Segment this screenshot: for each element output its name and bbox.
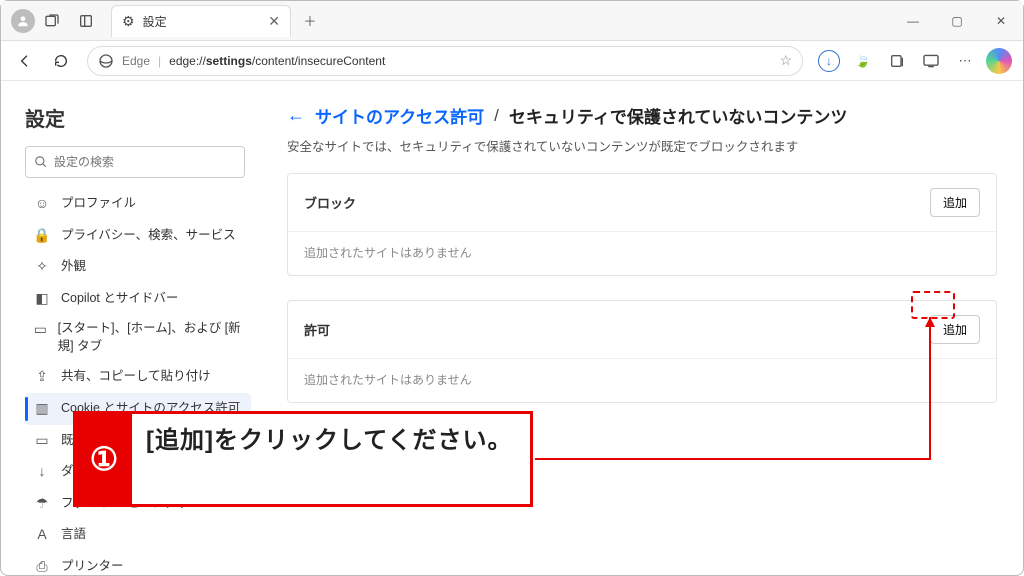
section-block-title: ブロック — [304, 193, 356, 212]
add-allowed-site-button[interactable]: 追加 — [930, 315, 980, 344]
tab-title: 設定 — [143, 13, 261, 30]
window-titlebar: ⚙ 設定 ✕ ＋ — ▢ ✕ — [1, 1, 1023, 41]
refresh-button[interactable] — [45, 45, 77, 77]
downloads-button[interactable]: ↓ — [813, 45, 845, 77]
sidebar-item-label: [スタート]、[ホーム]、および [新規] タブ — [58, 320, 243, 355]
sidebar-item-label: プライバシー、検索、サービス — [61, 227, 236, 245]
cookie-icon: ▥ — [33, 399, 51, 419]
favorite-star-icon[interactable]: ☆ — [779, 52, 792, 69]
more-button[interactable]: ⋯ — [949, 45, 981, 77]
lock-icon: 🔒 — [33, 226, 51, 246]
breadcrumb: ← サイトのアクセス許可 / セキュリティで保護されていないコンテンツ — [287, 103, 997, 128]
section-allow: 許可 追加 追加されたサイトはありません — [287, 300, 997, 403]
address-url-prefix: edge:// — [169, 54, 206, 68]
maximize-button[interactable]: ▢ — [935, 5, 979, 37]
address-url: edge://settings/content/insecureContent — [169, 54, 385, 68]
annotation-highlight — [911, 291, 955, 319]
breadcrumb-separator: / — [494, 106, 499, 126]
back-button[interactable] — [9, 45, 41, 77]
screenshot-icon — [922, 54, 940, 68]
address-url-rest: /content/insecureContent — [252, 54, 385, 68]
family-icon: ☂ — [33, 494, 51, 514]
sidebar-item-label: 共有、コピーして貼り付け — [61, 368, 211, 386]
sidebar-item-appearance[interactable]: ✧ 外観 — [25, 251, 251, 283]
annotation-text: [追加]をクリックしてください。 — [132, 414, 527, 469]
share-icon: ⇪ — [33, 367, 51, 387]
address-separator: | — [158, 54, 161, 68]
section-allow-empty: 追加されたサイトはありません — [288, 358, 996, 402]
address-url-bold: settings — [206, 54, 252, 68]
sidebar-item-share[interactable]: ⇪ 共有、コピーして貼り付け — [25, 361, 251, 393]
tab-actions-icon[interactable] — [69, 4, 103, 38]
profile-avatar[interactable] — [11, 9, 35, 33]
sidebar-item-languages[interactable]: A 言語 — [25, 519, 251, 551]
screenshot-button[interactable] — [915, 45, 947, 77]
section-block-empty: 追加されたサイトはありません — [288, 231, 996, 275]
language-icon: A — [33, 525, 51, 545]
annotation-callout: ① [追加]をクリックしてください。 — [73, 411, 533, 507]
section-allow-title: 許可 — [304, 320, 330, 339]
new-tab-button[interactable]: ＋ — [295, 6, 325, 36]
ellipsis-icon: ⋯ — [959, 53, 972, 69]
sidebar-item-printers[interactable]: ⎙ プリンター — [25, 551, 251, 575]
annotation-number: ① — [76, 414, 132, 504]
breadcrumb-link[interactable]: サイトのアクセス許可 — [315, 103, 484, 128]
close-icon[interactable]: ✕ — [268, 13, 280, 30]
workspaces-icon[interactable] — [35, 4, 69, 38]
edge-icon — [98, 53, 114, 69]
sidebar-item-profile[interactable]: ☺ プロファイル — [25, 188, 251, 220]
breadcrumb-title: セキュリティで保護されていないコンテンツ — [509, 103, 847, 128]
browser-icon: ▭ — [33, 431, 51, 451]
address-bar[interactable]: Edge | edge://settings/content/insecureC… — [87, 46, 803, 76]
copilot-icon — [986, 48, 1012, 74]
profile-icon: ☺ — [33, 194, 51, 214]
sidebar-item-label: プリンター — [61, 558, 124, 575]
add-blocked-site-button[interactable]: 追加 — [930, 188, 980, 217]
sidebar-item-copilot[interactable]: ◧ Copilot とサイドバー — [25, 283, 251, 315]
extensions-button[interactable]: 🍃 — [847, 45, 879, 77]
leaf-icon: 🍃 — [854, 52, 872, 70]
download-icon: ↓ — [33, 462, 51, 482]
sidebar-item-label: 言語 — [61, 526, 86, 544]
sidebar-item-label: プロファイル — [61, 195, 136, 213]
section-block-header: ブロック 追加 — [288, 174, 996, 231]
printer-icon: ⎙ — [33, 557, 51, 575]
close-window-button[interactable]: ✕ — [979, 5, 1023, 37]
section-allow-header: 許可 追加 — [288, 301, 996, 358]
sidebar-item-start[interactable]: ▭ [スタート]、[ホーム]、および [新規] タブ — [25, 314, 251, 361]
sidebar-item-label: 外観 — [61, 258, 86, 276]
settings-heading: 設定 — [25, 103, 251, 132]
section-block: ブロック 追加 追加されたサイトはありません — [287, 173, 997, 276]
browser-tab[interactable]: ⚙ 設定 ✕ — [111, 5, 291, 37]
sidebar-item-label: Copilot とサイドバー — [61, 290, 178, 308]
collections-button[interactable] — [881, 45, 913, 77]
gear-icon: ⚙ — [122, 13, 135, 30]
tab-icon: ▭ — [33, 320, 48, 340]
window-controls: — ▢ ✕ — [891, 5, 1023, 37]
search-icon — [34, 155, 48, 169]
sidebar-icon: ◧ — [33, 289, 51, 309]
search-input[interactable] — [54, 155, 236, 169]
settings-nav-list: ☺ プロファイル 🔒 プライバシー、検索、サービス ✧ 外観 ◧ Copilot とサイ… — [25, 188, 251, 575]
browser-toolbar: Edge | edge://settings/content/insecureC… — [1, 41, 1023, 81]
page-subtitle: 安全なサイトでは、セキュリティで保護されていないコンテンツが既定でブロックされま… — [287, 136, 997, 155]
person-icon — [16, 14, 30, 28]
annotation-arrow-vertical — [929, 317, 931, 460]
appearance-icon: ✧ — [33, 257, 51, 277]
breadcrumb-back-icon[interactable]: ← — [287, 105, 305, 126]
toolbar-right-icons: ↓ 🍃 ⋯ — [813, 45, 1015, 77]
minimize-button[interactable]: — — [891, 5, 935, 37]
download-icon: ↓ — [818, 50, 840, 72]
annotation-arrow-horizontal — [535, 458, 931, 460]
copilot-button[interactable] — [983, 45, 1015, 77]
address-edge-label: Edge — [122, 54, 150, 68]
settings-search-box[interactable] — [25, 146, 245, 178]
collections-icon — [889, 53, 905, 69]
sidebar-item-privacy[interactable]: 🔒 プライバシー、検索、サービス — [25, 220, 251, 252]
